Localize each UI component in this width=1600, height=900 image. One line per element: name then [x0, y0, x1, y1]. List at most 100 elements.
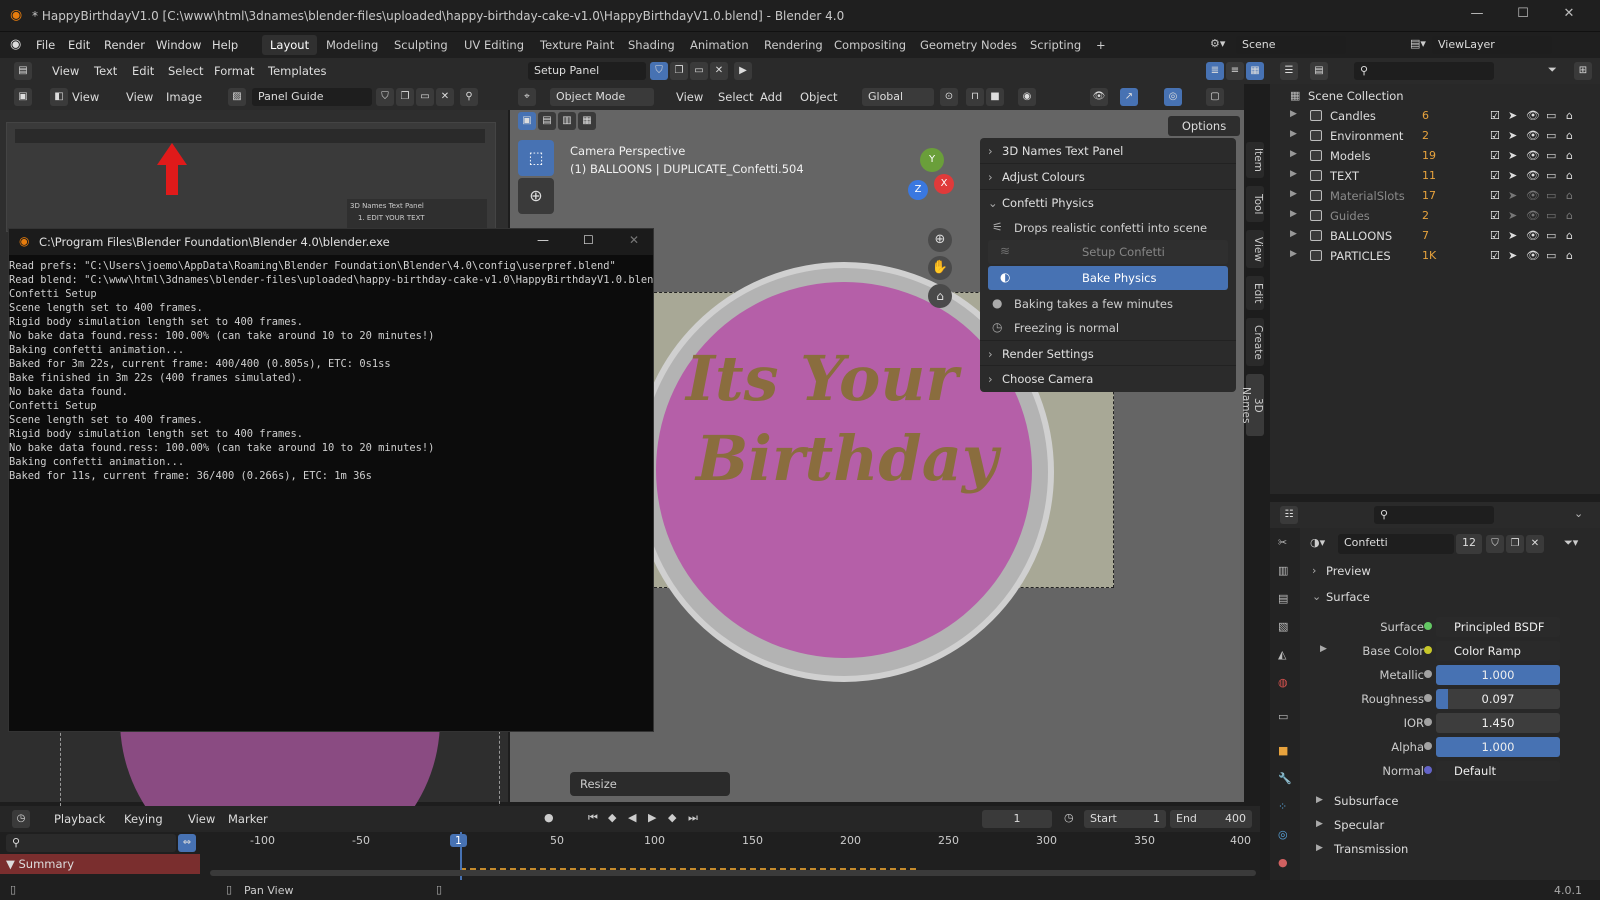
- record-icon[interactable]: ●: [544, 811, 554, 824]
- select-arrow-icon[interactable]: ➤: [1508, 149, 1517, 162]
- tab-shading[interactable]: Shading: [620, 35, 683, 55]
- timeline-search-input[interactable]: ⚲: [6, 834, 176, 852]
- eye-icon[interactable]: 👁: [1526, 169, 1540, 182]
- maximize-button[interactable]: ☐: [1508, 6, 1538, 26]
- timeline-view-menu[interactable]: View: [188, 812, 215, 826]
- jump-start-icon[interactable]: ⏮: [588, 811, 598, 825]
- render-camera-icon[interactable]: ⌂: [1566, 149, 1573, 162]
- editor-type-icon[interactable]: ▤: [14, 62, 32, 80]
- eye-icon[interactable]: 👁: [1526, 149, 1540, 162]
- object-tab-icon[interactable]: ■: [1278, 744, 1288, 757]
- console-minimize-button[interactable]: —: [537, 233, 549, 247]
- summary-channel[interactable]: ▼ Summary: [0, 854, 200, 874]
- chevron-down-icon[interactable]: ⌄: [1574, 507, 1583, 520]
- snap-target-icon[interactable]: ■: [986, 88, 1004, 106]
- setup-confetti-button[interactable]: ≋ Setup Confetti: [988, 240, 1228, 264]
- tab-tool[interactable]: Tool: [1246, 186, 1264, 222]
- filter-icon[interactable]: ⏷: [1548, 63, 1557, 77]
- tab-uv-editing[interactable]: UV Editing: [456, 35, 532, 55]
- select-arrow-icon[interactable]: ➤: [1508, 169, 1517, 182]
- tab-animation[interactable]: Animation: [682, 35, 757, 55]
- pan-hand-icon[interactable]: ✋: [928, 256, 952, 280]
- material-users-count[interactable]: 12: [1456, 534, 1482, 554]
- gizmo-icon[interactable]: ↗: [1120, 88, 1138, 106]
- syntax-icon[interactable]: ▦: [1246, 62, 1264, 80]
- clock-icon[interactable]: ◷: [1064, 811, 1074, 824]
- text-menu-select[interactable]: Select: [168, 64, 203, 78]
- eye-icon[interactable]: 👁: [1526, 189, 1540, 202]
- tab-view[interactable]: View: [1246, 230, 1264, 268]
- image-fake-user-icon[interactable]: ⛉: [376, 88, 394, 106]
- console-close-button[interactable]: ✕: [629, 233, 639, 247]
- transmission-section[interactable]: ▶ Transmission: [1300, 838, 1600, 860]
- roughness-slider[interactable]: 0.097: [1436, 689, 1560, 709]
- render-camera-icon[interactable]: ⌂: [1566, 129, 1573, 142]
- viewport-menu-select[interactable]: Select: [718, 90, 753, 104]
- text-file-name[interactable]: Setup Panel: [528, 62, 646, 80]
- image-name-field[interactable]: Panel Guide: [252, 88, 372, 106]
- render-camera-icon[interactable]: ⌂: [1566, 209, 1573, 222]
- text-menu-view[interactable]: View: [52, 64, 79, 78]
- view-layer-tab-icon[interactable]: ▧: [1278, 620, 1288, 633]
- open-folder-icon[interactable]: ▭: [690, 62, 708, 80]
- eye-icon[interactable]: 👁: [1526, 249, 1540, 262]
- image-open-icon[interactable]: ▭: [416, 88, 434, 106]
- menu-render[interactable]: Render: [104, 38, 145, 52]
- properties-search-input[interactable]: ⚲: [1374, 506, 1494, 524]
- outliner-collection-row[interactable]: ▶ MaterialSlots 17 ☑ ➤ 👁 ▭ ⌂: [1270, 186, 1600, 206]
- next-keyframe-icon[interactable]: ◆: [668, 811, 676, 824]
- eye-icon[interactable]: 👁: [1526, 229, 1540, 242]
- select-arrow-icon[interactable]: ➤: [1508, 229, 1517, 242]
- physics-tab-icon[interactable]: ◎: [1278, 828, 1288, 841]
- console-maximize-button[interactable]: ☐: [583, 233, 594, 247]
- blender-menu-icon[interactable]: ◉: [10, 37, 21, 52]
- exclude-checkbox[interactable]: ☑: [1490, 149, 1500, 162]
- render-camera-icon[interactable]: ⌂: [1566, 109, 1573, 122]
- subsurface-section[interactable]: ▶ Subsurface: [1300, 790, 1600, 812]
- viewport-disable-icon[interactable]: ▭: [1546, 229, 1556, 242]
- bake-physics-button[interactable]: ◐ Bake Physics: [988, 266, 1228, 290]
- fake-user-icon[interactable]: ⛉: [650, 62, 668, 80]
- run-script-icon[interactable]: ▶: [734, 62, 752, 80]
- world-tab-icon[interactable]: ◍: [1278, 676, 1288, 689]
- prev-keyframe-icon[interactable]: ◆: [608, 811, 616, 824]
- expand-icon[interactable]: ▶: [1320, 644, 1327, 654]
- marker-menu[interactable]: Marker: [228, 812, 268, 826]
- add-workspace-button[interactable]: +: [1088, 35, 1114, 55]
- section-choose-camera[interactable]: › Choose Camera: [980, 366, 1236, 392]
- object-mode-dropdown[interactable]: Object Mode: [550, 88, 654, 106]
- eye-icon[interactable]: 👁: [1526, 129, 1540, 142]
- eye-icon[interactable]: 👁: [1526, 109, 1540, 122]
- tab-modeling[interactable]: Modeling: [318, 35, 386, 55]
- ior-field[interactable]: 1.450: [1436, 713, 1560, 733]
- section-3d-names-text-panel[interactable]: › 3D Names Text Panel: [980, 138, 1236, 164]
- outliner-collection-row[interactable]: ▶ Models 19 ☑ ➤ 👁 ▭ ⌂: [1270, 146, 1600, 166]
- select-extend-icon[interactable]: ▤: [538, 112, 556, 130]
- scene-tab-icon[interactable]: ◭: [1278, 648, 1286, 661]
- material-filter-icon[interactable]: ⏷▾: [1564, 536, 1578, 550]
- scene-collection-row[interactable]: ▦ Scene Collection: [1270, 86, 1600, 106]
- expand-arrow-icon[interactable]: ▶: [1290, 189, 1297, 199]
- outliner-collection-row[interactable]: ▶ BALLOONS 7 ☑ ➤ 👁 ▭ ⌂: [1270, 226, 1600, 246]
- image-unlink-icon[interactable]: ✕: [436, 88, 454, 106]
- visibility-icon[interactable]: 👁: [1090, 88, 1108, 106]
- select-arrow-icon[interactable]: ➤: [1508, 209, 1517, 222]
- snap-icon[interactable]: ⊓: [966, 88, 984, 106]
- outliner-collection-row[interactable]: ▶ TEXT 11 ☑ ➤ 👁 ▭ ⌂: [1270, 166, 1600, 186]
- keying-menu[interactable]: Keying: [124, 812, 163, 826]
- alpha-slider[interactable]: 1.000: [1436, 737, 1560, 757]
- section-adjust-colours[interactable]: › Adjust Colours: [980, 164, 1236, 190]
- viewport-disable-icon[interactable]: ▭: [1546, 129, 1556, 142]
- viewport-menu-view[interactable]: View: [676, 90, 703, 104]
- select-invert-icon[interactable]: ▦: [578, 112, 596, 130]
- outliner-collection-row[interactable]: ▶ PARTICLES 1K ☑ ➤ 👁 ▭ ⌂: [1270, 246, 1600, 266]
- section-render-settings[interactable]: › Render Settings: [980, 340, 1236, 366]
- cursor-tool-icon[interactable]: ⊕: [518, 178, 554, 214]
- exclude-checkbox[interactable]: ☑: [1490, 129, 1500, 142]
- image-browse-icon[interactable]: ▨: [228, 88, 246, 106]
- text-menu-format[interactable]: Format: [214, 64, 255, 78]
- modifier-tab-icon[interactable]: 🔧: [1278, 772, 1292, 785]
- select-subtract-icon[interactable]: ▥: [558, 112, 576, 130]
- pivot-icon[interactable]: ⊙: [940, 88, 958, 106]
- tab-rendering[interactable]: Rendering: [756, 35, 831, 55]
